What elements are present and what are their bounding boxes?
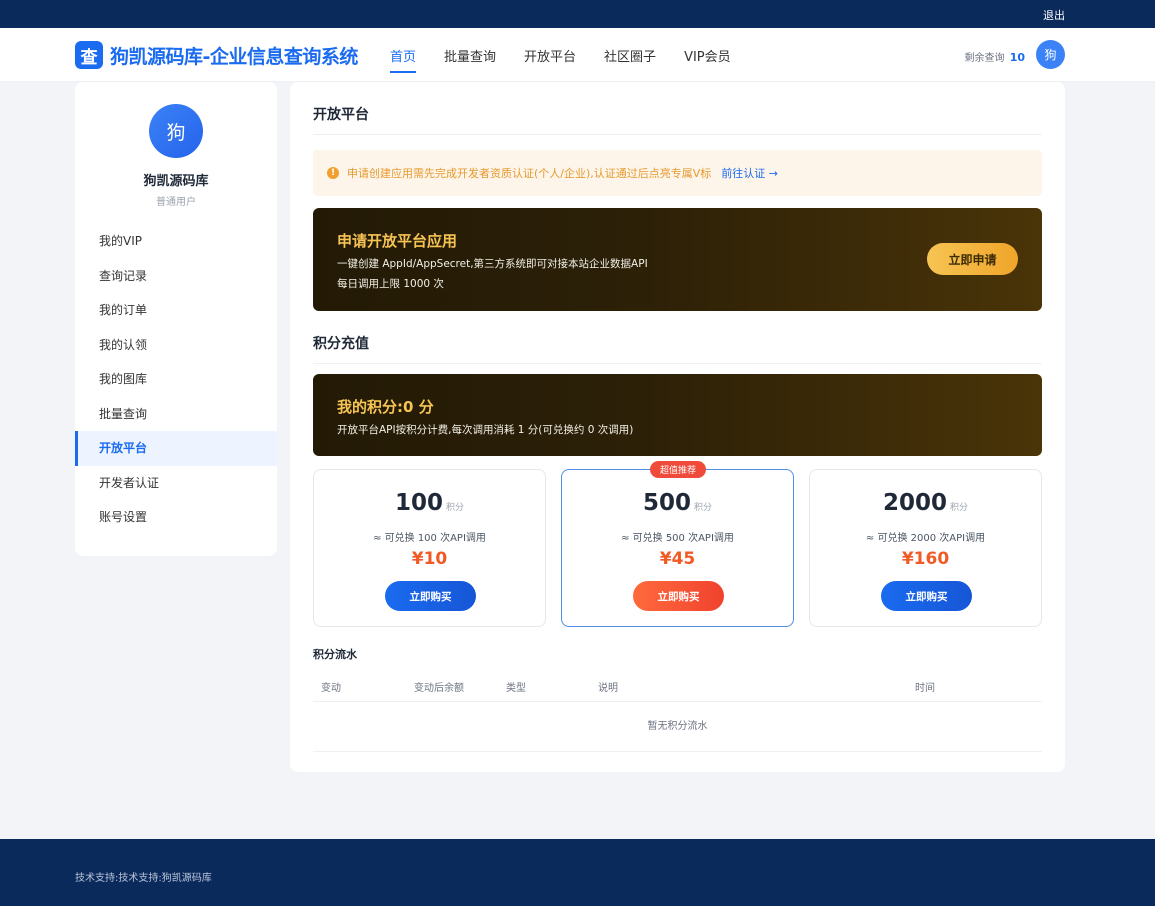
nav-batch-query[interactable]: 批量查询 bbox=[444, 46, 496, 71]
go-certify-link[interactable]: 前往认证 → bbox=[721, 165, 778, 181]
footer-text: 技术支持:技术支持:狗凯源码库 bbox=[75, 873, 212, 884]
nav-home[interactable]: 首页 bbox=[390, 46, 417, 73]
sidebar: 狗 狗凯源码库 普通用户 我的VIP 查询记录 我的订单 我的认领 我的图库 批… bbox=[75, 82, 277, 556]
user-avatar[interactable]: 狗 bbox=[1036, 40, 1065, 69]
points-flow-table-header: 变动 变动后余额 类型 说明 时间 bbox=[313, 672, 1042, 702]
package-unit: 积分 bbox=[446, 503, 465, 513]
buy-now-button[interactable]: 立即购买 bbox=[385, 581, 476, 611]
package-price: ¥160 bbox=[901, 549, 950, 569]
sidebar-menu: 我的VIP 查询记录 我的订单 我的认领 我的图库 批量查询 开放平台 开发者认… bbox=[75, 224, 277, 535]
points-recharge-title: 积分充值 bbox=[313, 336, 369, 352]
my-points-title: 我的积分:0 分 bbox=[337, 398, 434, 416]
warning-icon: ! bbox=[327, 167, 339, 179]
package-points: 100 bbox=[394, 490, 443, 516]
header: 查 狗凯源码库-企业信息查询系统 首页 批量查询 开放平台 社区圈子 VIP会员… bbox=[0, 28, 1155, 82]
package-points: 500 bbox=[642, 490, 691, 516]
nav-community[interactable]: 社区圈子 bbox=[604, 46, 656, 71]
col-description: 说明 bbox=[598, 683, 618, 694]
sidebar-item-my-gallery[interactable]: 我的图库 bbox=[75, 362, 277, 397]
package-amount: 100 积分 bbox=[314, 490, 545, 516]
package-amount: 500 积分 bbox=[562, 490, 793, 516]
package-price: ¥45 bbox=[659, 549, 696, 569]
package-unit: 积分 bbox=[694, 503, 713, 513]
points-flow-empty: 暂无积分流水 bbox=[313, 702, 1042, 752]
package-desc: ≈ 可兑换 500 次API调用 bbox=[621, 533, 734, 544]
profile-avatar: 狗 bbox=[149, 104, 203, 158]
logout-link[interactable]: 退出 bbox=[1043, 7, 1065, 23]
buy-now-button[interactable]: 立即购买 bbox=[633, 581, 724, 611]
package-unit: 积分 bbox=[950, 503, 969, 513]
cert-notice: ! 申请创建应用需先完成开发者资质认证(个人/企业),认证通过后点亮专属V标 前… bbox=[313, 150, 1042, 196]
apply-card-limit: 每日调用上限 1000 次 bbox=[337, 278, 444, 290]
points-flow-title: 积分流水 bbox=[313, 648, 357, 661]
col-balance-after: 变动后余额 bbox=[414, 683, 464, 694]
package-card-100: 100 积分 ≈ 可兑换 100 次API调用 ¥10 立即购买 bbox=[313, 469, 546, 627]
package-desc: ≈ 可兑换 2000 次API调用 bbox=[865, 533, 986, 544]
package-points: 2000 bbox=[882, 490, 947, 516]
apply-now-button[interactable]: 立即申请 bbox=[927, 243, 1018, 275]
quota-value: 10 bbox=[1009, 51, 1025, 64]
buy-now-button[interactable]: 立即购买 bbox=[881, 581, 972, 611]
quota-label: 剩余查询 bbox=[964, 53, 1005, 64]
sidebar-item-query-history[interactable]: 查询记录 bbox=[75, 259, 277, 294]
footer: 技术支持:技术支持:狗凯源码库 bbox=[0, 839, 1155, 906]
my-points-desc: 开放平台API按积分计费,每次调用消耗 1 分(可兑换约 0 次调用) bbox=[337, 424, 634, 436]
package-card-2000: 2000 积分 ≈ 可兑换 2000 次API调用 ¥160 立即购买 bbox=[809, 469, 1042, 627]
sidebar-item-developer-cert[interactable]: 开发者认证 bbox=[75, 466, 277, 501]
divider bbox=[313, 363, 1042, 364]
recommended-badge: 超值推荐 bbox=[650, 461, 706, 478]
col-type: 类型 bbox=[506, 683, 526, 694]
open-platform-title: 开放平台 bbox=[313, 107, 369, 123]
main-panel: 开放平台 ! 申请创建应用需先完成开发者资质认证(个人/企业),认证通过后点亮专… bbox=[290, 82, 1065, 772]
package-amount: 2000 积分 bbox=[810, 490, 1041, 516]
apply-card-title: 申请开放平台应用 bbox=[337, 232, 458, 250]
apply-app-card: 申请开放平台应用 一键创建 AppId/AppSecret,第三方系统即可对接本… bbox=[313, 208, 1042, 311]
package-price: ¥10 bbox=[411, 549, 448, 569]
nav-open-platform[interactable]: 开放平台 bbox=[524, 46, 576, 71]
logo-icon[interactable]: 查 bbox=[75, 41, 103, 69]
package-desc: ≈ 可兑换 100 次API调用 bbox=[373, 533, 486, 544]
col-time: 时间 bbox=[915, 683, 935, 694]
profile-name: 狗凯源码库 bbox=[143, 174, 209, 189]
site-title[interactable]: 狗凯源码库-企业信息查询系统 bbox=[110, 42, 358, 69]
sidebar-item-batch-query[interactable]: 批量查询 bbox=[75, 397, 277, 432]
remaining-queries: 剩余查询 10 bbox=[965, 49, 1026, 64]
apply-card-desc: 一键创建 AppId/AppSecret,第三方系统即可对接本站企业数据API bbox=[337, 258, 648, 270]
notice-text: 申请创建应用需先完成开发者资质认证(个人/企业),认证通过后点亮专属V标 bbox=[347, 167, 712, 180]
sidebar-item-open-platform[interactable]: 开放平台 bbox=[75, 431, 277, 466]
main-nav: 首页 批量查询 开放平台 社区圈子 VIP会员 bbox=[390, 46, 759, 73]
sidebar-item-my-vip[interactable]: 我的VIP bbox=[75, 224, 277, 259]
sidebar-item-my-claims[interactable]: 我的认领 bbox=[75, 328, 277, 363]
nav-vip[interactable]: VIP会员 bbox=[684, 46, 731, 71]
my-points-card: 我的积分:0 分 开放平台API按积分计费,每次调用消耗 1 分(可兑换约 0 … bbox=[313, 374, 1042, 456]
profile-role: 普通用户 bbox=[156, 197, 196, 208]
sidebar-item-my-orders[interactable]: 我的订单 bbox=[75, 293, 277, 328]
sidebar-item-account-settings[interactable]: 账号设置 bbox=[75, 500, 277, 535]
top-bar: 退出 bbox=[0, 0, 1155, 28]
package-card-500: 超值推荐 500 积分 ≈ 可兑换 500 次API调用 ¥45 立即购买 bbox=[561, 461, 794, 627]
divider bbox=[313, 134, 1042, 135]
col-change: 变动 bbox=[321, 683, 341, 694]
